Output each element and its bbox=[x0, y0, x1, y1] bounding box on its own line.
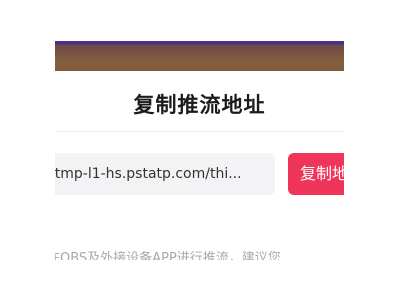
screenshot-margin-right bbox=[344, 0, 400, 300]
title-divider bbox=[55, 131, 344, 132]
obs-hint-text: 在OBS及外接设备APP进行推流，建议您 bbox=[47, 251, 281, 260]
copy-push-url-sheet: 复制推流地址 rtmp-l1-hs.pstatp.com/thi... 复制地 … bbox=[45, 71, 368, 300]
screen: 复制推流地址 rtmp-l1-hs.pstatp.com/thi... 复制地 … bbox=[0, 0, 400, 300]
push-url-field[interactable]: rtmp-l1-hs.pstatp.com/thi... bbox=[45, 153, 275, 195]
live-preview bbox=[55, 41, 344, 71]
screenshot-margin-left bbox=[0, 0, 55, 300]
sheet-title: 复制推流地址 bbox=[133, 93, 266, 117]
